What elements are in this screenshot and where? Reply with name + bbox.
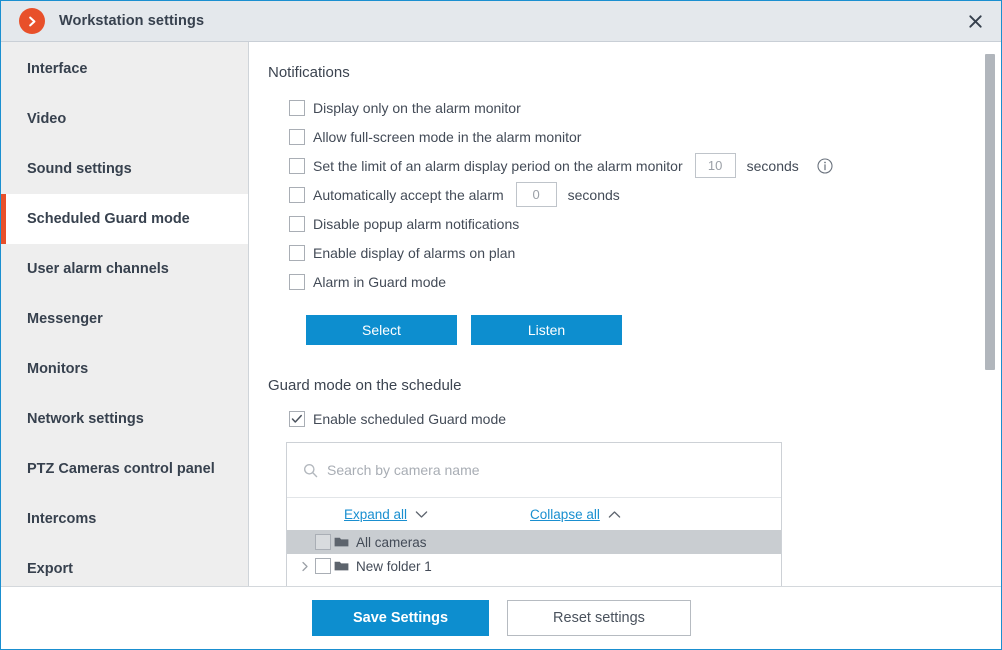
title-bar: Workstation settings — [1, 1, 1001, 42]
option-allow-fullscreen-alarm-monitor[interactable]: Allow full-screen mode in the alarm moni… — [267, 122, 1001, 151]
sidebar-item-label: Video — [27, 111, 67, 127]
settings-sidebar: Interface Video Sound settings Scheduled… — [1, 42, 249, 586]
seconds-unit-label: seconds — [746, 157, 799, 174]
checkbox[interactable] — [289, 128, 305, 145]
workstation-settings-dialog: Workstation settings Interface Video Sou… — [0, 0, 1002, 650]
option-label: Display only on the alarm monitor — [313, 99, 521, 116]
close-button[interactable] — [949, 1, 1001, 41]
check-icon — [291, 414, 302, 423]
sound-action-buttons: Select Listen — [267, 315, 1001, 345]
save-settings-button[interactable]: Save Settings — [312, 600, 489, 636]
listen-button[interactable]: Listen — [471, 315, 622, 345]
tree-row-label: New folder 1 — [356, 558, 432, 574]
option-disable-popup-alarm-notifications[interactable]: Disable popup alarm notifications — [267, 209, 1001, 238]
sidebar-item-label: PTZ Cameras control panel — [27, 461, 215, 477]
sidebar-item-label: Messenger — [27, 311, 103, 327]
option-label: Enable scheduled Guard mode — [313, 410, 507, 427]
tree-row-label: All cameras — [356, 534, 427, 550]
sidebar-item-video[interactable]: Video — [1, 94, 248, 144]
sidebar-item-intercoms[interactable]: Intercoms — [1, 494, 248, 544]
info-circle-icon[interactable] — [817, 157, 833, 174]
checkbox[interactable] — [289, 186, 305, 203]
tree-row[interactable]: All cameras — [287, 530, 781, 554]
option-enable-alarms-on-plan[interactable]: Enable display of alarms on plan — [267, 238, 1001, 267]
sidebar-item-monitors[interactable]: Monitors — [1, 344, 248, 394]
notifications-heading: Notifications — [268, 64, 350, 81]
scheduled-guard-mode-panel: Notifications Display only on the alarm … — [249, 42, 1001, 586]
camera-search-placeholder: Search by camera name — [327, 462, 480, 478]
sidebar-item-label: Export — [27, 561, 73, 577]
checkbox[interactable] — [289, 157, 305, 174]
sidebar-item-interface[interactable]: Interface — [1, 44, 248, 94]
option-display-only-alarm-monitor[interactable]: Display only on the alarm monitor — [267, 93, 1001, 122]
chevron-right-icon[interactable] — [297, 561, 313, 572]
checkbox[interactable] — [289, 215, 305, 232]
dialog-body: Interface Video Sound settings Scheduled… — [1, 42, 1001, 586]
sidebar-item-label: Monitors — [27, 361, 89, 377]
collapse-all-link[interactable]: Collapse all — [530, 507, 600, 522]
sidebar-item-ptz-cameras-control-panel[interactable]: PTZ Cameras control panel — [1, 444, 248, 494]
camera-search-row[interactable]: Search by camera name — [287, 443, 781, 498]
sidebar-item-label: Scheduled Guard mode — [27, 211, 190, 227]
sidebar-item-sound-settings[interactable]: Sound settings — [1, 144, 248, 194]
dialog-footer: Save Settings Reset settings — [1, 586, 1001, 649]
option-set-alarm-display-limit[interactable]: Set the limit of an alarm display period… — [267, 151, 1001, 180]
option-label: Allow full-screen mode in the alarm moni… — [313, 128, 582, 145]
sidebar-item-messenger[interactable]: Messenger — [1, 294, 248, 344]
reset-settings-button[interactable]: Reset settings — [507, 600, 691, 636]
option-label: Disable popup alarm notifications — [313, 215, 520, 232]
option-label: Automatically accept the alarm — [313, 186, 504, 203]
auto-accept-seconds-input[interactable]: 0 — [515, 182, 557, 207]
checkbox[interactable] — [289, 410, 305, 427]
tree-checkbox[interactable] — [315, 534, 331, 550]
chevron-down-icon[interactable] — [415, 510, 428, 519]
checkbox[interactable] — [289, 244, 305, 261]
tree-row[interactable]: New folder 1 — [287, 554, 781, 578]
checkbox[interactable] — [289, 99, 305, 116]
chevron-up-icon[interactable] — [608, 510, 621, 519]
expand-all-link[interactable]: Expand all — [344, 507, 407, 522]
window-title: Workstation settings — [59, 13, 205, 29]
tree-checkbox[interactable] — [315, 558, 331, 574]
seconds-unit-label: seconds — [567, 186, 620, 203]
alarm-display-limit-input[interactable]: 10 — [694, 153, 736, 178]
scrollbar-thumb[interactable] — [985, 54, 995, 370]
sidebar-item-export[interactable]: Export — [1, 544, 248, 586]
sidebar-item-label: Interface — [27, 61, 88, 77]
option-alarm-in-guard-mode[interactable]: Alarm in Guard mode — [267, 267, 1001, 296]
folder-icon — [334, 560, 349, 572]
settings-content-panel: Notifications Display only on the alarm … — [249, 42, 1001, 586]
sidebar-item-network-settings[interactable]: Network settings — [1, 394, 248, 444]
select-button[interactable]: Select — [306, 315, 457, 345]
option-label: Alarm in Guard mode — [313, 273, 447, 290]
checkbox[interactable] — [289, 273, 305, 290]
content-scrollbar[interactable] — [985, 42, 995, 586]
chevron-right-circle-icon — [19, 8, 45, 34]
option-label: Set the limit of an alarm display period… — [313, 157, 683, 174]
sidebar-item-scheduled-guard-mode[interactable]: Scheduled Guard mode — [1, 194, 248, 244]
sidebar-item-label: User alarm channels — [27, 261, 169, 277]
sidebar-item-label: Network settings — [27, 411, 144, 427]
option-label: Enable display of alarms on plan — [313, 244, 516, 261]
option-auto-accept-alarm[interactable]: Automatically accept the alarm 0 seconds — [267, 180, 1001, 209]
folder-icon — [334, 536, 349, 548]
guard-mode-schedule-heading: Guard mode on the schedule — [268, 377, 462, 394]
search-icon — [303, 463, 318, 478]
sidebar-item-label: Intercoms — [27, 511, 97, 527]
option-enable-scheduled-guard-mode[interactable]: Enable scheduled Guard mode — [267, 404, 1001, 433]
camera-tree-box: Search by camera name Expand all Collaps… — [286, 442, 782, 586]
tree-controls-row: Expand all Collapse all — [287, 498, 781, 530]
close-icon — [968, 14, 982, 28]
sidebar-item-user-alarm-channels[interactable]: User alarm channels — [1, 244, 248, 294]
sidebar-item-label: Sound settings — [27, 161, 132, 177]
